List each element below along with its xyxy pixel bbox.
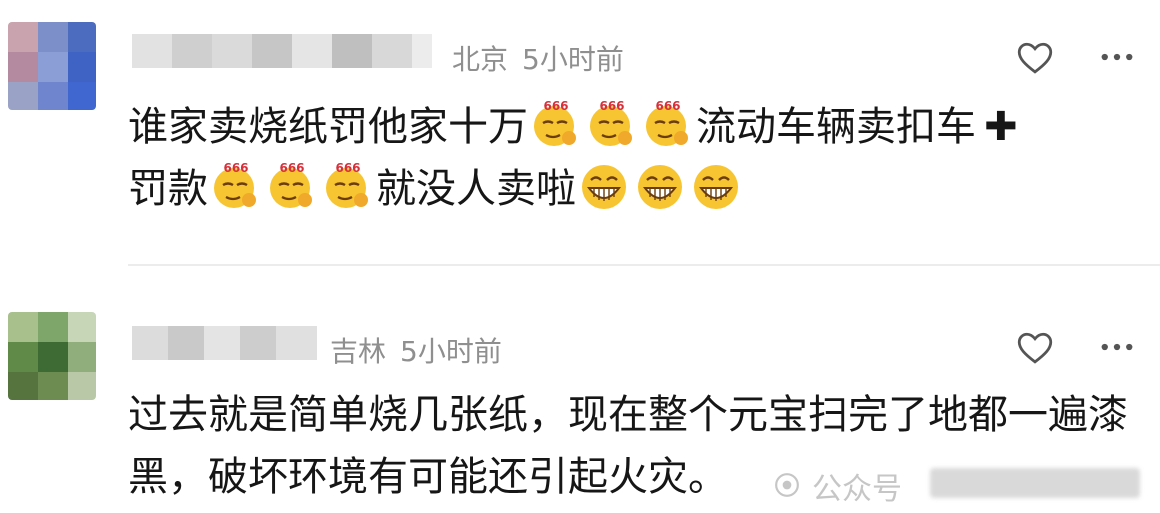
avatar[interactable] [8,312,96,400]
watermark-account-blur [930,468,1140,498]
watermark-text: 公众号 [812,472,902,507]
666-emoji: 666 [534,99,576,146]
svg-text:666: 666 [599,99,624,113]
comment-item: 北京 5小时前 谁家卖烧纸罚他家十万 666 666 666 流动车辆卖扣车 ✚ 罚款 666 6… [0,0,1160,262]
username-pixelated[interactable] [132,34,432,68]
svg-text:666: 666 [335,161,360,175]
watermark: 公众号 [770,462,1150,507]
plus-sign: ✚ [984,104,1018,150]
comment-time: 5小时前 [400,335,502,368]
comment-text-part: 就没人卖啦 [376,166,576,212]
666-emoji: 666 [590,99,632,146]
more-dots-icon[interactable] [1096,326,1138,368]
comments-screen: { "comments": [ { "location": "北京", "tim… [0,0,1160,513]
svg-text:666: 666 [543,99,568,113]
grin-emoji [638,165,682,209]
heart-outline-icon[interactable] [1014,326,1056,368]
comment-meta: 吉林 5小时前 [330,330,502,370]
svg-text:666: 666 [655,99,680,113]
666-emoji: 666 [214,161,256,208]
666-emoji: 666 [326,161,368,208]
grin-emoji [582,165,626,209]
grin-emoji [694,165,738,209]
comment-location: 北京 [452,43,509,76]
more-dots-icon[interactable] [1096,36,1138,78]
comment-time: 5小时前 [522,43,624,76]
comment-meta: 北京 5小时前 [452,38,624,78]
666-emoji: 666 [270,161,312,208]
comment-text-part: 谁家卖烧纸罚他家十万 [128,104,528,150]
comment-text-part: 流动车辆卖扣车 [696,104,976,150]
comment-divider [128,264,1160,266]
heart-outline-icon[interactable] [1014,36,1056,78]
wechat-official-account-icon [775,473,799,497]
comment-text: 谁家卖烧纸罚他家十万 666 666 666 流动车辆卖扣车 ✚ 罚款 666 666 666 就没… [128,96,1142,220]
comment-text-part: 罚款 [128,166,208,212]
svg-text:666: 666 [279,161,304,175]
666-emoji: 666 [646,99,688,146]
svg-text:666: 666 [223,161,248,175]
avatar[interactable] [8,22,96,110]
comment-location: 吉林 [330,335,387,368]
username-pixelated[interactable] [132,326,317,360]
